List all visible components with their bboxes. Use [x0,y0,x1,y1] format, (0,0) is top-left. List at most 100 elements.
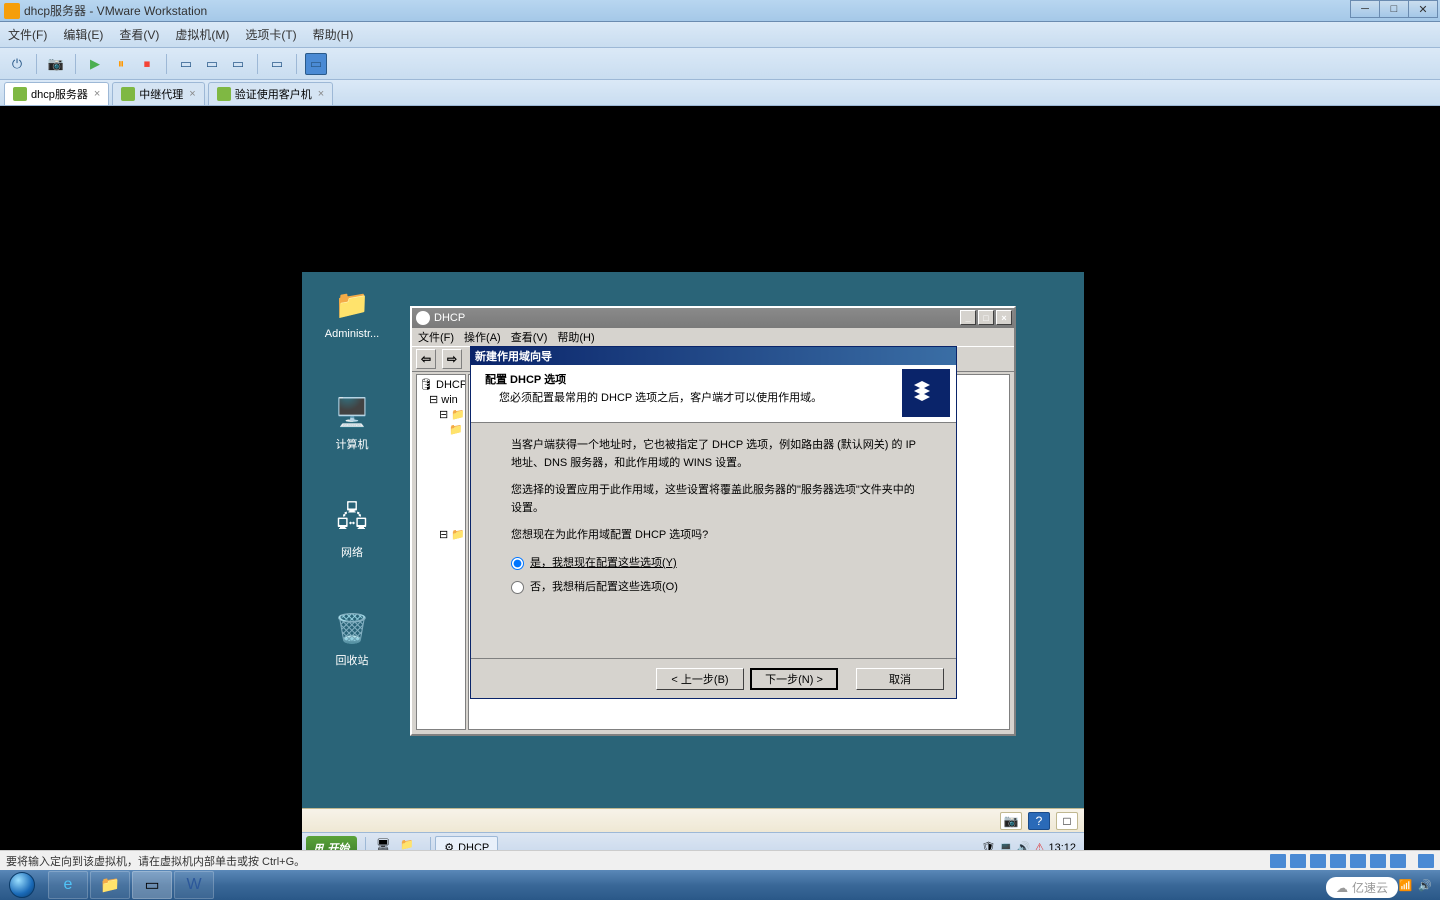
close-icon[interactable]: × [189,88,195,100]
minimize-button[interactable]: _ [960,310,976,325]
host-title: dhcp服务器 - VMware Workstation [24,2,207,19]
menu-view[interactable]: 查看(V) [119,26,159,43]
wizard-question: 您想现在为此作用域配置 DHCP 选项吗? [511,527,916,545]
maximize-button[interactable]: □ [978,310,994,325]
wizard-banner-icon [902,369,950,417]
trash-icon: 🗑️ [332,608,372,648]
menu-vm[interactable]: 虚拟机(M) [175,26,229,43]
guest-desktop[interactable]: 📁 Administr... 🖥️ 计算机 🖧 网络 🗑️ 回收站 ⚙ DHCP… [302,272,1084,862]
mmc-menu-view[interactable]: 查看(V) [511,329,548,345]
wizard-title-text: 新建作用域向导 [475,348,552,364]
wizard-titlebar[interactable]: 新建作用域向导 [471,347,956,365]
mmc-menu-help[interactable]: 帮助(H) [557,329,594,345]
device-icon[interactable] [1418,854,1434,868]
mmc-menu-action[interactable]: 操作(A) [464,329,501,345]
tree-root[interactable]: 🛢 DHCP [419,377,463,392]
vm-viewport[interactable]: 📁 Administr... 🖥️ 计算机 🖧 网络 🗑️ 回收站 ⚙ DHCP… [0,106,1440,842]
tab-client[interactable]: 验证使用客户机 × [208,82,333,105]
menu-edit[interactable]: 编辑(E) [63,26,103,43]
tree-node[interactable]: ⊟ 📁 [419,527,463,542]
vm-tabs: dhcp服务器 × 中继代理 × 验证使用客户机 × [0,80,1440,106]
cancel-button[interactable]: 取消 [856,668,944,690]
wizard-body: 当客户端获得一个地址时，它也被指定了 DHCP 选项，例如路由器 (默认网关) … [471,423,956,616]
device-icon[interactable] [1390,854,1406,868]
snapshot-button[interactable]: 📷 [45,53,67,75]
tree-node[interactable]: 📁 [419,422,463,437]
wizard-subheading: 您必须配置最常用的 DHCP 选项之后，客户端才可以使用作用域。 [499,389,942,405]
view2-button[interactable]: ▭ [201,53,223,75]
tab-label: 中继代理 [139,86,183,102]
mmc-title-text: DHCP [434,312,465,324]
pinned-vmware[interactable]: ▭ [132,871,172,899]
separator [36,54,37,74]
new-scope-wizard: 新建作用域向导 配置 DHCP 选项 您必须配置最常用的 DHCP 选项之后，客… [470,346,957,699]
help-button[interactable]: ? [1028,812,1050,830]
icon-label: 回收站 [322,652,382,668]
pinned-apps: e 📁 ▭ W [48,871,214,899]
close-icon[interactable]: × [318,88,324,100]
tab-relay[interactable]: 中继代理 × [112,82,204,105]
tab-label: dhcp服务器 [31,86,88,102]
start-orb[interactable] [4,871,40,899]
device-icon[interactable] [1330,854,1346,868]
view3-button[interactable]: ▭ [227,53,249,75]
separator [257,54,258,74]
device-icon[interactable] [1350,854,1366,868]
close-info-button[interactable]: □ [1056,812,1078,830]
radio-yes[interactable]: 是，我想现在配置这些选项(Y) [511,555,916,573]
radio-no-input[interactable] [511,581,524,594]
power-button[interactable]: ⏻ [6,53,28,75]
vmware-menubar: 文件(F) 编辑(E) 查看(V) 虚拟机(M) 选项卡(T) 帮助(H) [0,22,1440,48]
separator [296,54,297,74]
menu-tabs[interactable]: 选项卡(T) [245,26,296,43]
desktop-admin-icon[interactable]: 📁 Administr... [322,284,382,340]
info-button[interactable]: 📷 [1000,812,1022,830]
pinned-explorer[interactable]: 📁 [90,871,130,899]
host-titlebar: dhcp服务器 - VMware Workstation ─ □ ✕ [0,0,1440,22]
host-taskbar: e 📁 ▭ W ▴ ⚑ ⚡ 📶 🔊 ☁ 亿速云 [0,870,1440,900]
minimize-button[interactable]: ─ [1350,0,1380,18]
separator [75,54,76,74]
menu-file[interactable]: 文件(F) [8,26,47,43]
suspend-button[interactable]: ⏸ [110,53,132,75]
device-icon[interactable] [1370,854,1386,868]
unity-button[interactable]: ▭ [266,53,288,75]
pinned-ie[interactable]: e [48,871,88,899]
tree-server[interactable]: ⊟ win [419,392,463,407]
vm-icon [13,87,27,101]
back-button[interactable]: < 上一步(B) [656,668,744,690]
tree-node[interactable]: ⊟ 📁 [419,407,463,422]
tray-network-icon[interactable]: 📶 [1399,879,1413,892]
maximize-button[interactable]: □ [1379,0,1409,18]
radio-no[interactable]: 否，我想稍后配置这些选项(O) [511,579,916,597]
close-button[interactable]: ✕ [1408,0,1438,18]
vmware-status-bar: 要将输入定向到该虚拟机，请在虚拟机内部单击或按 Ctrl+G。 [0,850,1440,870]
tab-dhcp-server[interactable]: dhcp服务器 × [4,82,109,105]
fullscreen-button[interactable]: ▭ [305,53,327,75]
status-text: 要将输入定向到该虚拟机，请在虚拟机内部单击或按 Ctrl+G。 [6,853,305,869]
desktop-computer-icon[interactable]: 🖥️ 计算机 [322,392,382,452]
play-button[interactable]: ▶ [84,53,106,75]
device-icon[interactable] [1310,854,1326,868]
separator [166,54,167,74]
vm-icon [121,87,135,101]
close-icon[interactable]: × [94,88,100,100]
device-icon[interactable] [1290,854,1306,868]
mmc-titlebar[interactable]: ⚙ DHCP _ □ × [412,308,1014,328]
desktop-recycle-icon[interactable]: 🗑️ 回收站 [322,608,382,668]
radio-yes-input[interactable] [511,557,524,570]
pinned-word[interactable]: W [174,871,214,899]
next-button[interactable]: 下一步(N) > [750,668,838,690]
mmc-menu-file[interactable]: 文件(F) [418,329,454,345]
watermark-text: 亿速云 [1352,879,1388,896]
menu-help[interactable]: 帮助(H) [313,26,354,43]
device-icon[interactable] [1270,854,1286,868]
close-button[interactable]: × [996,310,1012,325]
stop-button[interactable]: ⏹ [136,53,158,75]
mmc-tree[interactable]: 🛢 DHCP ⊟ win ⊟ 📁 📁 ⊟ 📁 [416,374,466,730]
forward-button[interactable]: ⇨ [442,349,462,369]
tray-volume-icon[interactable]: 🔊 [1418,879,1432,892]
view1-button[interactable]: ▭ [175,53,197,75]
back-button[interactable]: ⇦ [416,349,436,369]
desktop-network-icon[interactable]: 🖧 网络 [322,500,382,560]
